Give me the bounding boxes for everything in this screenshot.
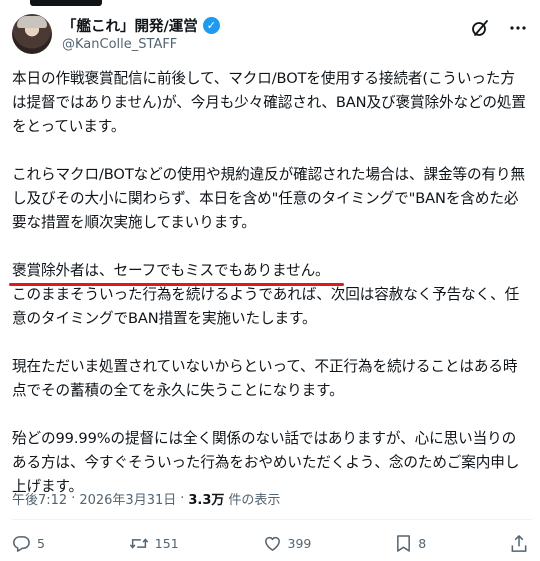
like-icon <box>263 534 282 553</box>
bookmark-button[interactable]: 8 <box>395 534 426 553</box>
bookmark-count: 8 <box>418 535 427 551</box>
display-name-text[interactable]: 「艦これ」開発/運営 <box>62 15 198 36</box>
meta-separator: · <box>180 491 185 506</box>
repost-icon <box>129 534 149 553</box>
author-names: 「艦これ」開発/運営 ✓ @KanColle_STAFF <box>62 16 220 52</box>
post-time[interactable]: 午後7:12 <box>12 489 67 508</box>
share-button[interactable] <box>510 534 528 553</box>
handle[interactable]: @KanColle_STAFF <box>62 37 220 52</box>
repost-count: 151 <box>154 535 179 551</box>
views-count: 3.3万 <box>188 493 225 508</box>
post-paragraph: これらマクロ/BOTなどの使用や規約違反が確認された場合は、課金等の有り無し及び… <box>12 166 525 231</box>
display-name[interactable]: 「艦これ」開発/運営 ✓ <box>62 16 220 35</box>
divider <box>12 519 532 520</box>
reply-count: 5 <box>37 535 45 551</box>
header-actions <box>470 18 528 38</box>
avatar[interactable] <box>12 14 52 54</box>
post-text: 本日の作戦褒賞配信に前後して、マクロ/BOTを使用する接続者(こういった方は提督… <box>9 67 528 499</box>
share-icon <box>510 534 528 553</box>
reply-icon <box>12 534 31 553</box>
like-button[interactable]: 399 <box>263 534 312 553</box>
repost-button[interactable]: 151 <box>129 534 179 553</box>
post-paragraph: このままそういった行為を続けるようであれば、次回は容赦なく予告なく、任意のタイミ… <box>12 286 520 327</box>
previous-post-clip <box>0 0 540 10</box>
grok-icon[interactable] <box>470 18 490 38</box>
engagement-bar: 5 151 399 8 <box>12 530 528 556</box>
post-meta: 午後7:12 · 2026年3月31日 · 3.3万 件の表示 <box>12 489 280 508</box>
verified-badge-icon: ✓ <box>202 17 220 34</box>
underlined-text: 褒賞除外者は、セーフでもミスでもありません。 <box>9 259 344 286</box>
meta-separator: · <box>71 491 76 506</box>
post-paragraph-highlighted: 褒賞除外者は、セーフでもミスでもありません。 <box>9 259 528 286</box>
post-paragraph: 本日の作戦褒賞配信に前後して、マクロ/BOTを使用する接続者(こういった方は提督… <box>12 70 526 135</box>
like-count: 399 <box>287 535 312 551</box>
bookmark-icon <box>395 534 412 553</box>
post-date[interactable]: 2026年3月31日 <box>79 489 176 508</box>
post-paragraph: 現在ただいま処置されていないからといって、不正行為を続けることはある時点でその蓄… <box>12 358 518 399</box>
reply-button[interactable]: 5 <box>12 534 45 553</box>
views-label: 件の表示 <box>228 493 281 508</box>
post-header: 「艦これ」開発/運営 ✓ @KanColle_STAFF <box>12 14 532 58</box>
more-icon[interactable] <box>508 18 528 38</box>
